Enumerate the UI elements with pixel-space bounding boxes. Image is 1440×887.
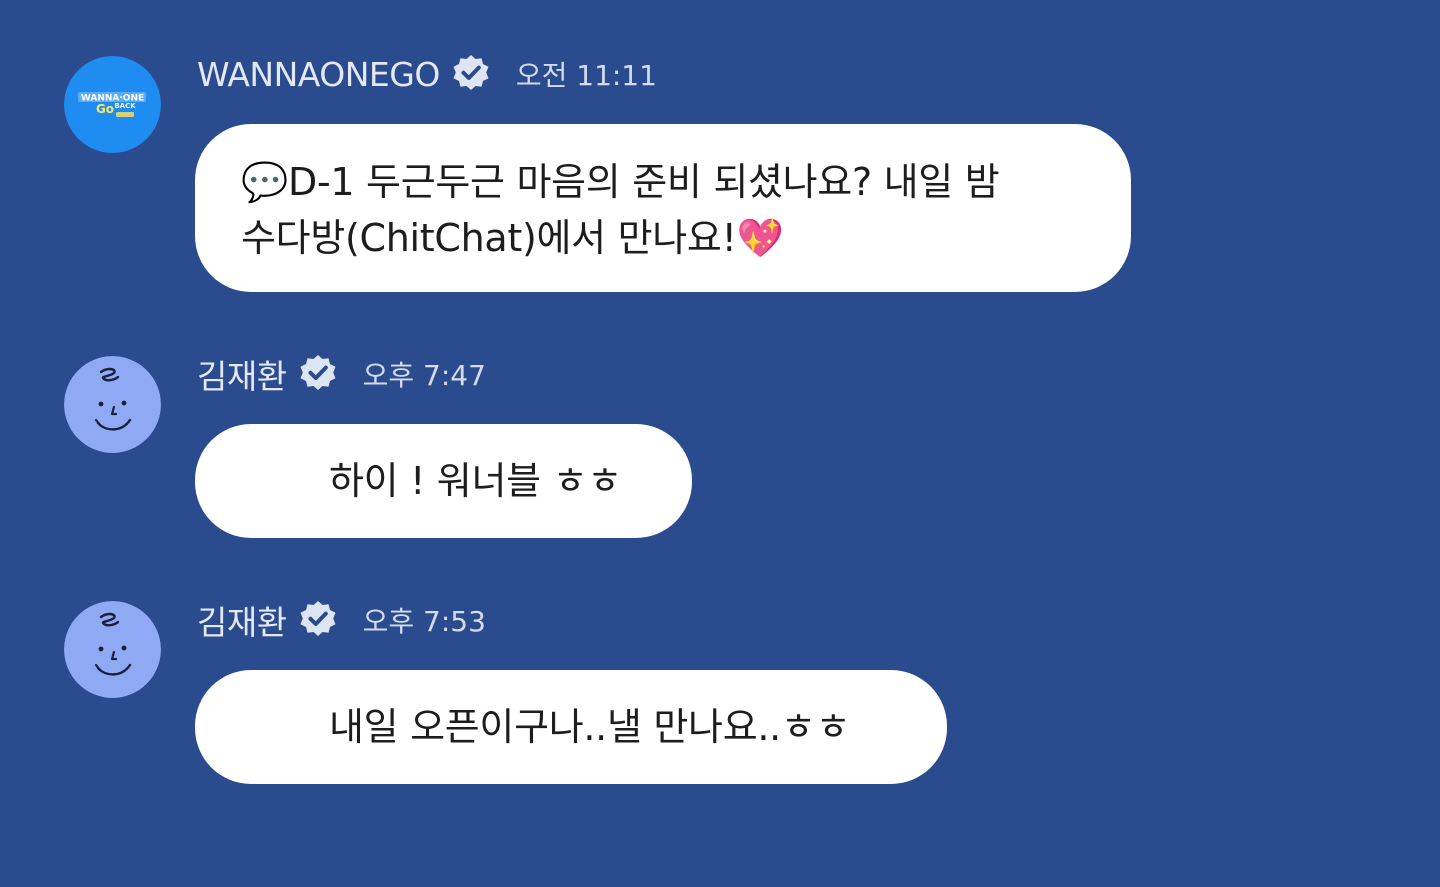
sender-name[interactable]: WANNAONEGO [197,55,440,94]
verified-badge-icon [300,355,336,390]
message-time: 오전 11:11 [515,59,657,92]
message-text-line: 수다방(ChitChat)에서 만나요!💖 [241,216,784,260]
message-text-line: 💬D-1 두근두근 마음의 준비 되셨나요? 내일 밤 [241,160,1000,204]
verified-badge-icon [453,55,489,90]
message-bubble[interactable]: 내일 오픈이구나..낼 만나요..ㅎㅎ [195,670,947,784]
message-meta: WANNAONEGO 오전 11:11 [197,54,657,94]
avatar[interactable] [64,356,161,453]
message-time: 오후 7:53 [362,605,486,638]
logo-text: BACK [114,102,136,110]
message-text: 내일 오픈이구나..낼 만나요..ㅎㅎ [329,705,851,749]
message-bubble[interactable]: 💬D-1 두근두근 마음의 준비 되셨나요? 내일 밤 수다방(ChitChat… [195,124,1131,292]
verified-badge-icon [300,601,336,636]
sender-name[interactable]: 김재환 [197,350,287,398]
message-text: 하이 ! 워너블 ㅎㅎ [329,459,622,503]
avatar[interactable]: WANNA·ONE Go BACK [64,56,161,153]
smiley-face-icon [64,601,161,698]
avatar[interactable] [64,601,161,698]
logo-text: Go [96,102,114,116]
message-meta: 김재환 오후 7:47 [197,354,486,396]
message-time: 오후 7:47 [362,359,486,392]
sender-name[interactable]: 김재환 [197,596,287,644]
message-bubble[interactable]: 하이 ! 워너블 ㅎㅎ [195,424,692,538]
smiley-face-icon [64,356,161,453]
wannaone-logo-icon: WANNA·ONE Go BACK [64,56,161,153]
message-meta: 김재환 오후 7:53 [197,600,486,642]
